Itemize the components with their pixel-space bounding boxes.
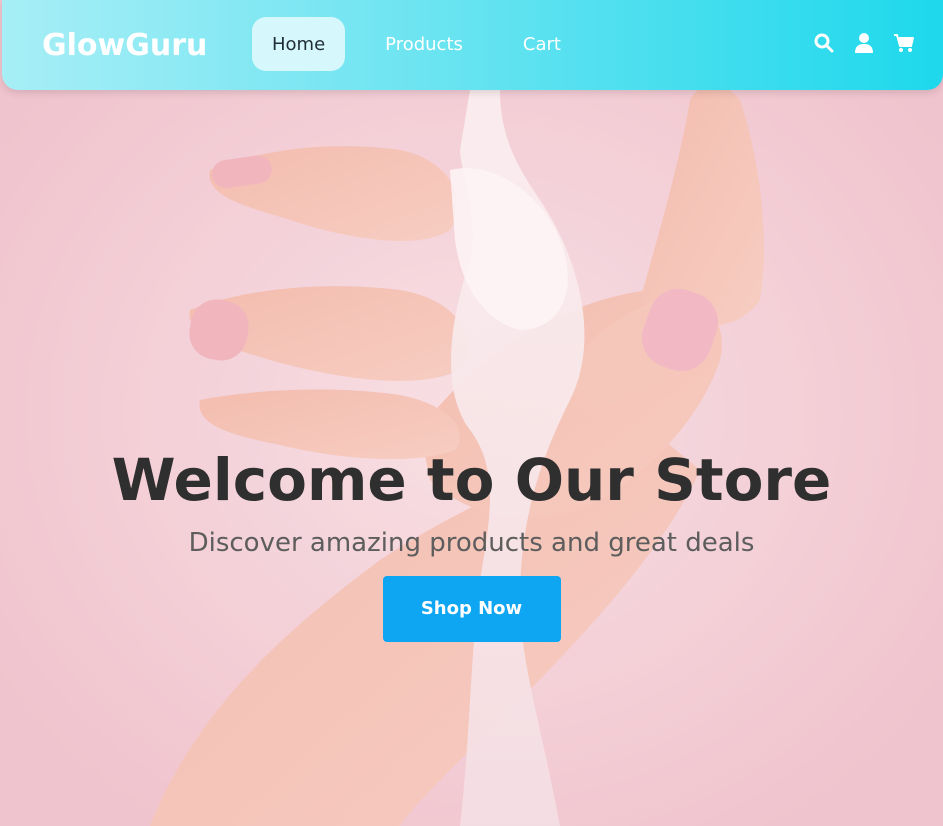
hero-subtitle: Discover amazing products and great deal… [188, 528, 755, 558]
nav-icons [795, 32, 915, 54]
nav-link-home[interactable]: Home [252, 17, 346, 71]
brand-logo[interactable]: GlowGuru [42, 27, 207, 65]
nav-links: Home Products Cart [252, 17, 601, 71]
page: Welcome to Our Store Discover amazing pr… [0, 0, 943, 826]
search-icon[interactable] [813, 32, 835, 54]
navbar: GlowGuru Home Products Cart [2, 0, 943, 90]
hero-section: Welcome to Our Store Discover amazing pr… [0, 0, 943, 826]
hero-content: Welcome to Our Store Discover amazing pr… [0, 440, 943, 642]
nav-link-cart[interactable]: Cart [503, 17, 581, 71]
shop-now-button[interactable]: Shop Now [382, 576, 561, 642]
user-icon[interactable] [853, 32, 875, 54]
hero-title: Welcome to Our Store [111, 446, 832, 514]
cart-icon[interactable] [893, 32, 915, 54]
hero-background-image [0, 0, 943, 826]
nav-link-products[interactable]: Products [365, 17, 483, 71]
